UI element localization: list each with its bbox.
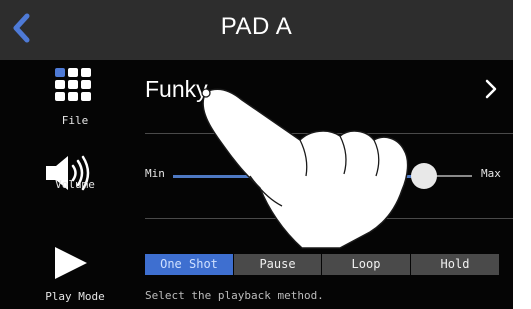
pad-settings-screen: PAD A File Funky Volume Min Max Play Mod… <box>0 0 513 309</box>
slider-min-label: Min <box>145 167 165 180</box>
play-mode-option-loop[interactable]: Loop <box>322 254 410 275</box>
volume-label: Volume <box>55 178 95 191</box>
slider-max-label: Max <box>481 167 501 180</box>
file-grid-icon <box>55 68 91 101</box>
file-label: File <box>61 114 89 127</box>
pointing-hand-icon <box>201 88 409 249</box>
play-mode-option-pause[interactable]: Pause <box>234 254 321 275</box>
page-title: PAD A <box>220 13 293 40</box>
chevron-right-icon[interactable] <box>484 78 498 100</box>
play-mode-option-one-shot[interactable]: One Shot <box>145 254 233 275</box>
play-mode-hint: Select the playback method. <box>145 289 324 302</box>
header-bar: PAD A <box>0 0 513 60</box>
play-mode-option-hold[interactable]: Hold <box>411 254 499 275</box>
play-icon <box>55 247 87 279</box>
play-mode-label: Play Mode <box>45 290 105 303</box>
